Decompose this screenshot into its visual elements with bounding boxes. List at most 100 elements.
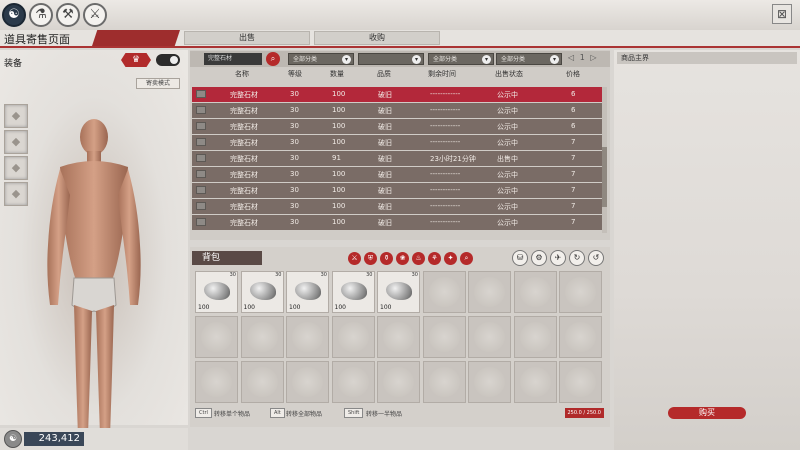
bag-filter-icon[interactable]: ✦ — [444, 252, 457, 265]
tab-buy[interactable]: 收购 — [314, 31, 440, 45]
inventory-slot[interactable] — [559, 316, 602, 358]
inventory-slot[interactable] — [422, 316, 466, 358]
bag-tool-icon[interactable]: ✈ — [550, 250, 566, 266]
bag-tool-icon[interactable]: ↻ — [569, 250, 585, 266]
inventory-slot[interactable] — [513, 361, 557, 403]
col-name[interactable]: 名称 — [235, 69, 249, 79]
bag-tool-icon[interactable]: ⚙ — [531, 250, 547, 266]
inventory-slot[interactable] — [559, 361, 602, 403]
alchemy-icon[interactable]: ⚗ — [29, 3, 53, 27]
table-row[interactable]: 完整石材 30 100 破旧 ------------ 公示中 6 — [192, 103, 602, 118]
inventory-slot[interactable] — [195, 361, 238, 403]
equipment-toggle[interactable] — [156, 54, 180, 66]
table-row[interactable]: 完整石材 30 100 破旧 ------------ 公示中 7 — [192, 167, 602, 182]
item-level: 30 — [275, 272, 282, 278]
chevron-down-icon: ▾ — [412, 55, 421, 64]
scrollbar[interactable] — [602, 87, 607, 233]
inventory-slot[interactable] — [377, 361, 420, 403]
mode-button[interactable]: 寄卖模式 — [136, 78, 180, 89]
equip-slot-hands[interactable]: ◆ — [4, 156, 28, 180]
inventory-slot[interactable] — [559, 271, 602, 313]
col-status[interactable]: 出售状态 — [495, 69, 523, 79]
cell-quality: 破旧 — [378, 219, 392, 227]
inventory-slot[interactable] — [468, 316, 511, 358]
table-row[interactable]: 完整石材 30 91 破旧 23小时21分钟 出售中 7 — [192, 151, 602, 166]
cell-time: ------------ — [430, 122, 461, 130]
stone-icon — [196, 170, 206, 178]
cell-level: 30 — [290, 202, 299, 210]
close-icon[interactable]: ⊠ — [772, 4, 792, 24]
inventory-bag: 背包 ⚔ ⛨ ⚱ ❀ ♨ ⚘ ✦ ⌕ ⛁ ⚙ ✈ ↻ ↺ 30 100 30 100 30 100 30 100 30… — [190, 247, 610, 427]
table-row[interactable]: 完整石材 30 100 破旧 ------------ 公示中 7 — [192, 199, 602, 214]
col-qty[interactable]: 数量 — [330, 69, 344, 79]
inventory-slot[interactable] — [468, 361, 511, 403]
item-level: 30 — [411, 272, 418, 278]
inventory-slot[interactable] — [331, 361, 375, 403]
equip-slot-body[interactable]: ◆ — [4, 130, 28, 154]
inventory-slot[interactable] — [377, 316, 420, 358]
bag-filter-icon[interactable]: ⚔ — [348, 252, 361, 265]
equip-slot-head[interactable]: ◆ — [4, 104, 28, 128]
category-dropdown-1[interactable]: 全部分类 ▾ — [288, 53, 354, 65]
bag-filter-icon[interactable]: ⛨ — [364, 252, 377, 265]
inventory-slot[interactable]: 30 100 — [286, 271, 329, 313]
inventory-slot[interactable] — [331, 316, 375, 358]
inventory-slot[interactable] — [195, 316, 238, 358]
inventory-slot[interactable] — [513, 271, 557, 313]
cell-price: 7 — [571, 218, 576, 226]
cell-quality: 破旧 — [378, 139, 392, 147]
crown-icon[interactable]: ♛ — [121, 53, 151, 67]
inventory-slot[interactable] — [513, 316, 557, 358]
inventory-slot[interactable] — [422, 271, 466, 313]
inventory-slot[interactable] — [422, 361, 466, 403]
inventory-slot[interactable]: 30 100 — [377, 271, 420, 313]
prev-page-icon[interactable]: ◁ — [568, 53, 574, 62]
inventory-slot[interactable]: 30 100 — [195, 271, 238, 313]
next-page-icon[interactable]: ▷ — [590, 53, 596, 62]
bag-tool-icon[interactable]: ⛁ — [512, 250, 528, 266]
buy-button[interactable]: 购买 — [668, 407, 746, 419]
inventory-slot[interactable]: 30 100 — [240, 271, 284, 313]
col-level[interactable]: 等级 — [288, 69, 302, 79]
col-quality[interactable]: 品质 — [377, 69, 391, 79]
cell-name: 完整石材 — [230, 123, 258, 131]
category-dropdown-2[interactable]: ▾ — [358, 53, 424, 65]
title-accent — [92, 30, 180, 46]
bag-filter-icon[interactable]: ❀ — [396, 252, 409, 265]
inventory-slot[interactable] — [286, 361, 329, 403]
category-dropdown-3[interactable]: 全部分类 ▾ — [428, 53, 494, 65]
inventory-slot[interactable]: 30 100 — [331, 271, 375, 313]
table-row[interactable]: 完整石材 30 100 破旧 ------------ 公示中 7 — [192, 135, 602, 150]
craft-icon[interactable]: ⚒ — [56, 3, 80, 27]
table-row[interactable]: 完整石材 30 100 破旧 ------------ 公示中 7 — [192, 183, 602, 198]
bag-filter-icon[interactable]: ⚱ — [380, 252, 393, 265]
equip-slot-feet[interactable]: ◆ — [4, 182, 28, 206]
col-time[interactable]: 剩余时间 — [428, 69, 456, 79]
cell-status: 公示中 — [497, 123, 518, 131]
table-row[interactable]: 完整石材 30 100 破旧 ------------ 公示中 6 — [192, 87, 602, 102]
cell-time: ------------ — [430, 106, 461, 114]
table-row[interactable]: 完整石材 30 100 破旧 ------------ 公示中 6 — [192, 119, 602, 134]
money-amount: 243,412 — [24, 432, 84, 446]
inventory-slot[interactable] — [240, 316, 284, 358]
cell-qty: 100 — [332, 122, 346, 130]
inventory-slot[interactable] — [468, 271, 511, 313]
table-row[interactable]: 完整石材 30 100 破旧 ------------ 公示中 7 — [192, 215, 602, 230]
inventory-slot[interactable] — [286, 316, 329, 358]
col-price[interactable]: 价格 — [566, 69, 580, 79]
item-quantity: 100 — [289, 304, 301, 311]
scrollbar-thumb[interactable] — [602, 147, 607, 207]
cell-price: 7 — [571, 138, 576, 146]
bag-filter-icon[interactable]: ♨ — [412, 252, 425, 265]
category-dropdown-4[interactable]: 全部分类 ▾ — [496, 53, 562, 65]
tab-sell[interactable]: 出售 — [184, 31, 310, 45]
combat-icon[interactable]: ⚔ — [83, 3, 107, 27]
search-input[interactable]: 完整石材 — [204, 53, 262, 65]
inventory-slot[interactable] — [240, 361, 284, 403]
bag-filter-icon[interactable]: ⌕ — [460, 252, 473, 265]
search-icon[interactable]: ⌕ — [266, 52, 280, 66]
item-level: 30 — [320, 272, 327, 278]
bag-filter-icon[interactable]: ⚘ — [428, 252, 441, 265]
yinyang-icon[interactable]: ☯ — [2, 3, 26, 27]
bag-tool-icon[interactable]: ↺ — [588, 250, 604, 266]
